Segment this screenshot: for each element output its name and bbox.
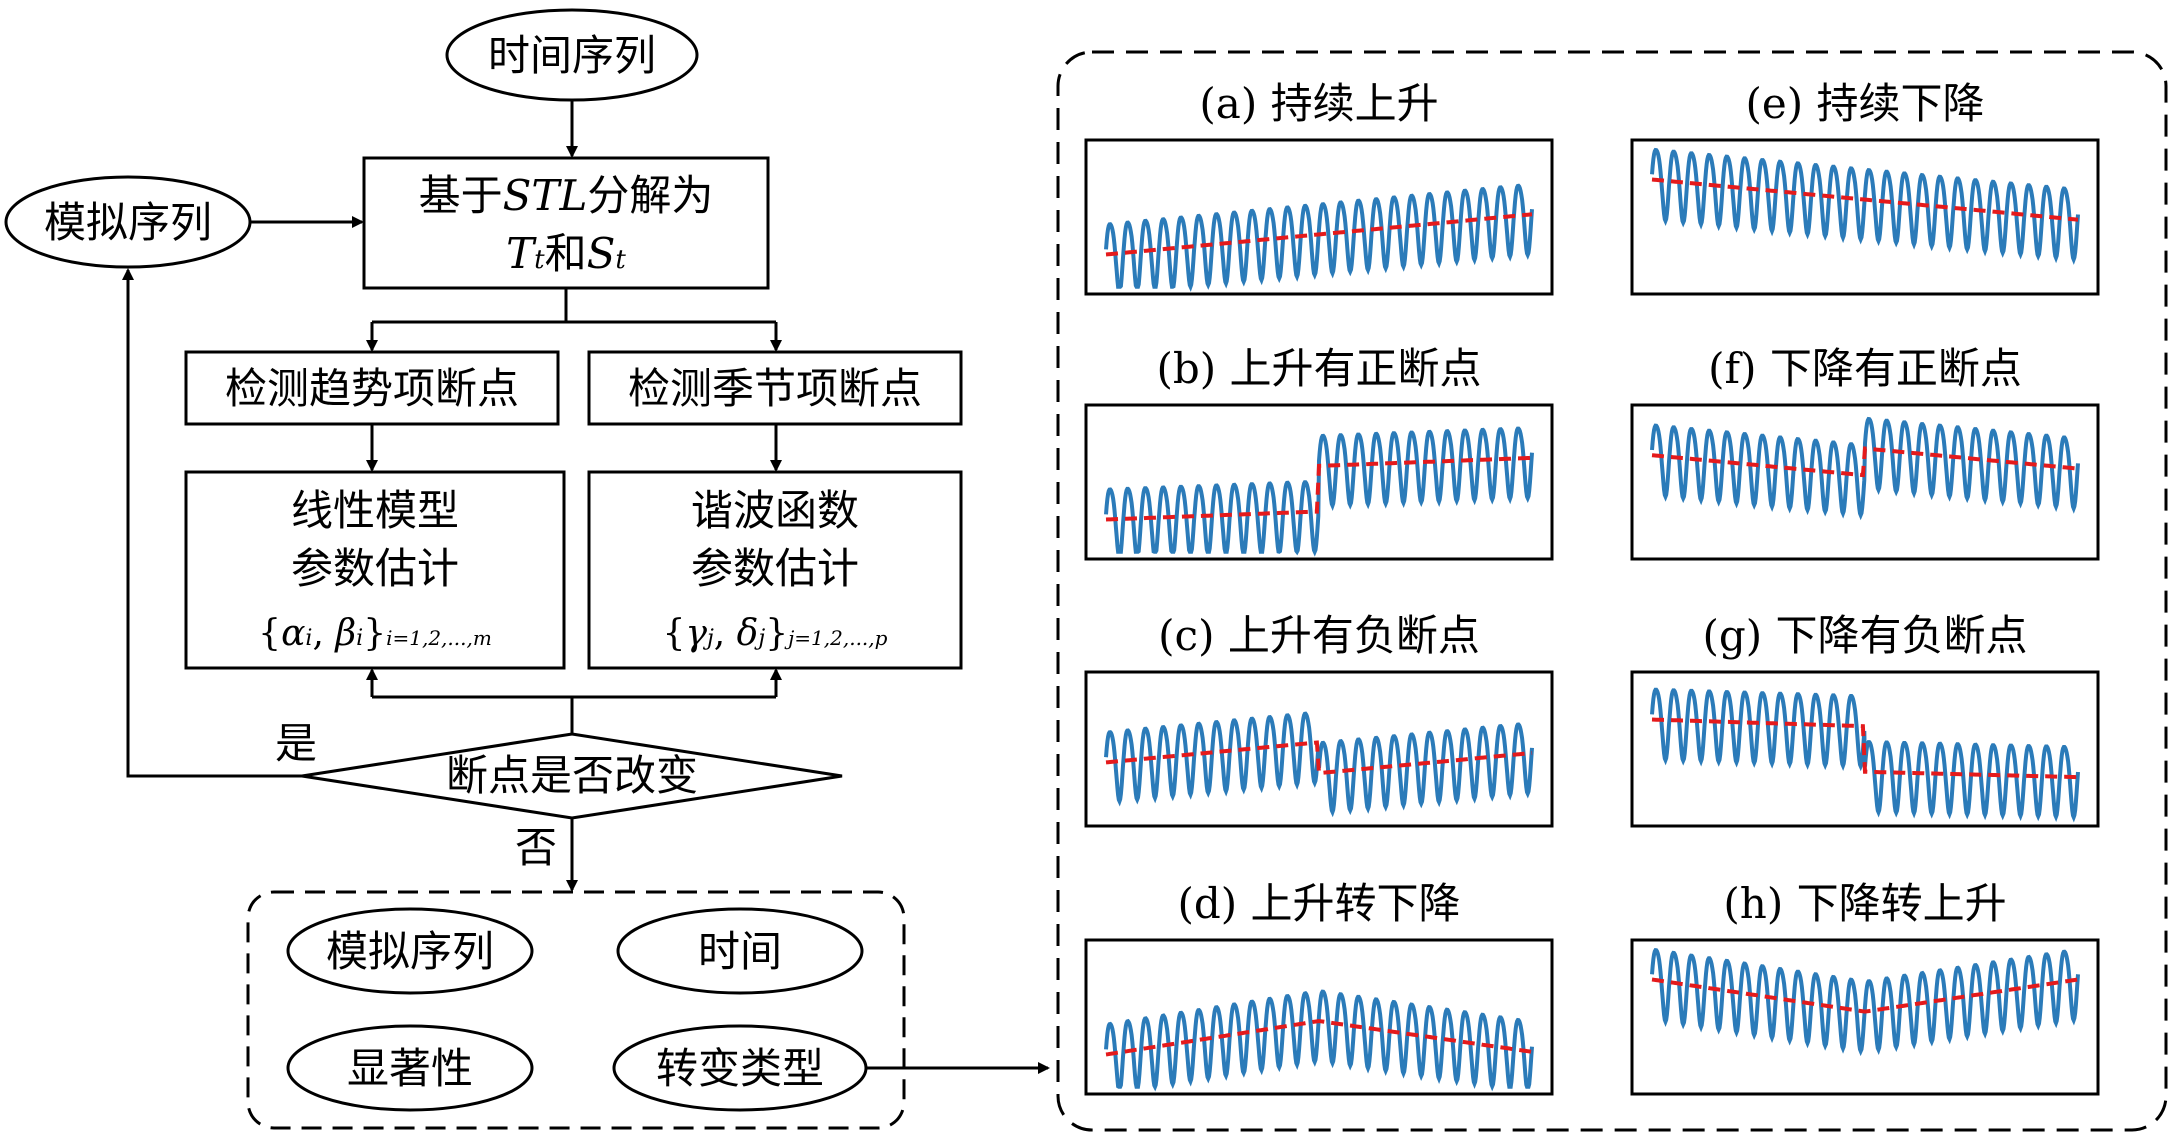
node-time-series-label: 时间序列 <box>488 31 656 80</box>
output-simulated-series-label: 模拟序列 <box>326 927 494 976</box>
output-significance-label: 显著性 <box>347 1044 473 1093</box>
detect-trend-label: 检测趋势项断点 <box>225 364 519 413</box>
yes-label: 是 <box>275 719 317 768</box>
panel-title: (a) 持续上升 <box>1199 79 1438 128</box>
panel-title: (f) 下降有正断点 <box>1708 344 2022 393</box>
linear-model-line2: 参数估计 <box>291 544 459 593</box>
panel-7: (g) 下降有负断点 <box>1630 611 2100 828</box>
no-label: 否 <box>515 823 557 872</box>
harmonic-line2: 参数估计 <box>691 544 859 593</box>
stl-line2: Tt和St <box>506 229 626 278</box>
panel-2: (b) 上升有正断点 <box>1084 344 1554 561</box>
output-time-label: 时间 <box>698 927 782 976</box>
decision-label: 断点是否改变 <box>446 751 698 800</box>
panel-title: (d) 上升转下降 <box>1177 879 1460 928</box>
panel-4: (d) 上升转下降 <box>1084 879 1554 1096</box>
harmonic-line1: 谐波函数 <box>691 486 859 535</box>
linear-model-line1: 线性模型 <box>291 486 459 535</box>
panel-title: (g) 下降有负断点 <box>1702 611 2027 660</box>
panel-8: (h) 下降转上升 <box>1630 879 2100 1096</box>
panel-6: (f) 下降有正断点 <box>1630 344 2100 561</box>
node-simulated-series-label: 模拟序列 <box>44 198 212 247</box>
panel-title: (c) 上升有负断点 <box>1158 611 1480 660</box>
panel-title: (b) 上升有正断点 <box>1156 344 1481 393</box>
stl-line1: 基于STL分解为 <box>419 171 714 220</box>
panel-3: (c) 上升有负断点 <box>1084 611 1554 828</box>
panels-layer: (a) 持续上升 (b) 上升有正断点 (c) 上升有负断点 (d) 上升转下降 (e)… <box>1084 79 2100 1096</box>
panel-title: (h) 下降转上升 <box>1723 879 2006 928</box>
panel-1: (a) 持续上升 <box>1084 79 1554 296</box>
panel-title: (e) 持续下降 <box>1746 79 1985 128</box>
output-change-type-label: 转变类型 <box>656 1044 824 1093</box>
detect-season-label: 检测季节项断点 <box>628 364 922 413</box>
panel-5: (e) 持续下降 <box>1630 79 2100 296</box>
